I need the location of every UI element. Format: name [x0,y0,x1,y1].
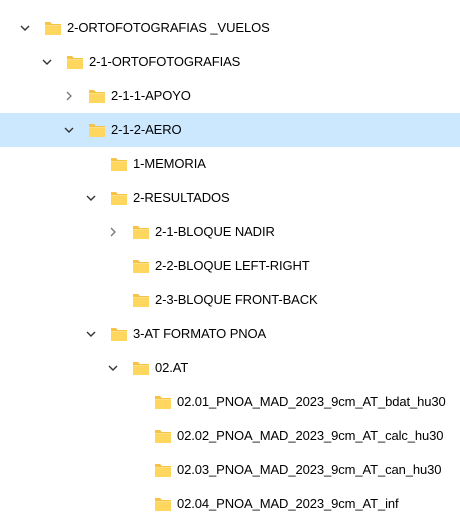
tree-item-2-3-bloque-front-back[interactable]: 2-3-BLOQUE FRONT-BACK [0,283,460,317]
tree-item-02-03-pnoa-mad-2023-9cm-at-can-hu30[interactable]: 02.03_PNOA_MAD_2023_9cm_AT_can_hu30 [0,453,460,487]
chevron-down-icon[interactable] [84,191,98,205]
tree-item-02-02-pnoa-mad-2023-9cm-at-calc-hu30[interactable]: 02.02_PNOA_MAD_2023_9cm_AT_calc_hu30 [0,419,460,453]
tree-item-02-04-pnoa-mad-2023-9cm-at-inf[interactable]: 02.04_PNOA_MAD_2023_9cm_AT_inf [0,487,460,521]
folder-icon [110,156,128,172]
chevron-down-icon[interactable] [40,55,54,69]
folder-icon [154,462,172,478]
tree-item-label: 2-1-1-APOYO [111,88,191,103]
tree-item-2-1-bloque-nadir[interactable]: 2-1-BLOQUE NADIR [0,215,460,249]
tree-item-2-ortofotografias-vuelos[interactable]: 2-ORTOFOTOGRAFIAS _VUELOS [0,11,460,45]
folder-icon [110,326,128,342]
tree-item-label: 02.AT [155,360,189,375]
chevron-right-icon[interactable] [62,89,76,103]
chevron-down-icon[interactable] [106,361,120,375]
folder-icon [132,360,150,376]
tree-item-label: 2-ORTOFOTOGRAFIAS _VUELOS [67,20,270,35]
tree-item-2-2-bloque-left-right[interactable]: 2-2-BLOQUE LEFT-RIGHT [0,249,460,283]
chevron-right-icon[interactable] [106,225,120,239]
tree-item-label: 2-3-BLOQUE FRONT-BACK [155,292,318,307]
folder-icon [132,224,150,240]
tree-item-label: 1-MEMORIA [133,156,206,171]
folder-icon [110,190,128,206]
tree-item-2-1-2-aero[interactable]: 2-1-2-AERO [0,113,460,147]
folder-icon [44,20,62,36]
folder-icon [154,496,172,512]
tree-item-label: 2-1-2-AERO [111,122,182,137]
tree-item-3-at-formato-pnoa[interactable]: 3-AT FORMATO PNOA [0,317,460,351]
tree-item-label: 02.03_PNOA_MAD_2023_9cm_AT_can_hu30 [177,462,442,477]
folder-icon [132,292,150,308]
folder-icon [132,258,150,274]
tree-item-label: 2-1-BLOQUE NADIR [155,224,275,239]
tree-item-1-memoria[interactable]: 1-MEMORIA [0,147,460,181]
tree-item-label: 2-1-ORTOFOTOGRAFIAS [89,54,241,69]
folder-icon [154,428,172,444]
tree-item-02-01-pnoa-mad-2023-9cm-at-bdat-hu30[interactable]: 02.01_PNOA_MAD_2023_9cm_AT_bdat_hu30 [0,385,460,419]
tree-item-2-resultados[interactable]: 2-RESULTADOS [0,181,460,215]
folder-icon [88,88,106,104]
folder-tree: 2-ORTOFOTOGRAFIAS _VUELOS 2-1-ORTOFOTOGRA… [0,11,460,521]
tree-item-label: 3-AT FORMATO PNOA [133,326,267,341]
tree-item-label: 2-RESULTADOS [133,190,230,205]
chevron-down-icon[interactable] [62,123,76,137]
tree-item-label: 02.02_PNOA_MAD_2023_9cm_AT_calc_hu30 [177,428,444,443]
tree-item-label: 2-2-BLOQUE LEFT-RIGHT [155,258,310,273]
chevron-down-icon[interactable] [18,21,32,35]
chevron-down-icon[interactable] [84,327,98,341]
folder-icon [88,122,106,138]
tree-item-label: 02.04_PNOA_MAD_2023_9cm_AT_inf [177,496,399,511]
tree-item-2-1-1-apoyo[interactable]: 2-1-1-APOYO [0,79,460,113]
folder-icon [66,54,84,70]
folder-icon [154,394,172,410]
tree-item-label: 02.01_PNOA_MAD_2023_9cm_AT_bdat_hu30 [177,394,446,409]
tree-item-2-1-ortofotografias[interactable]: 2-1-ORTOFOTOGRAFIAS [0,45,460,79]
tree-item-02-at[interactable]: 02.AT [0,351,460,385]
